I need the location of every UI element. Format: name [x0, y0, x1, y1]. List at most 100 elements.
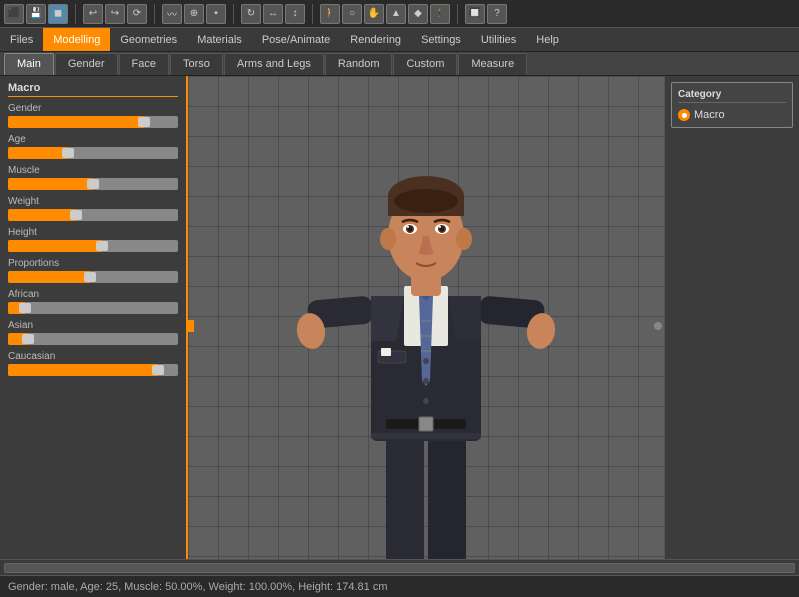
separator-3	[233, 4, 234, 24]
tab-arms-legs[interactable]: Arms and Legs	[224, 53, 324, 75]
body-btn[interactable]: ▲	[386, 4, 406, 24]
slider-age-track[interactable]	[8, 147, 178, 159]
tab-main[interactable]: Main	[4, 53, 54, 75]
slider-proportions-fill	[8, 271, 90, 283]
slider-asian[interactable]: Asian	[8, 320, 178, 345]
character-figure	[286, 101, 566, 575]
slider-caucasian-thumb[interactable]	[152, 365, 164, 375]
left-marker	[188, 320, 194, 332]
slider-muscle-fill	[8, 178, 93, 190]
slider-asian-track[interactable]	[8, 333, 178, 345]
tab-gender[interactable]: Gender	[55, 53, 118, 75]
slider-muscle-track[interactable]	[8, 178, 178, 190]
slider-gender-label: Gender	[8, 103, 178, 114]
tab-torso[interactable]: Torso	[170, 53, 223, 75]
redo-btn[interactable]: ↪	[105, 4, 125, 24]
slider-asian-label: Asian	[8, 320, 178, 331]
menu-bar: Files Modelling Geometries Materials Pos…	[0, 28, 799, 52]
slider-gender[interactable]: Gender	[8, 103, 178, 128]
slider-weight-track[interactable]	[8, 209, 178, 221]
tab-face[interactable]: Face	[119, 53, 169, 75]
slider-african-track[interactable]	[8, 302, 178, 314]
separator-2	[154, 4, 155, 24]
hand-btn[interactable]: ✋	[364, 4, 384, 24]
edit-controls[interactable]: ↩ ↪ ⟳	[83, 4, 147, 24]
slider-proportions-label: Proportions	[8, 258, 178, 269]
menu-files[interactable]: Files	[0, 28, 43, 51]
slider-muscle[interactable]: Muscle	[8, 165, 178, 190]
progress-area	[0, 559, 799, 575]
slider-muscle-label: Muscle	[8, 165, 178, 176]
category-macro-option[interactable]: Macro	[678, 109, 786, 121]
tab-measure[interactable]: Measure	[458, 53, 527, 75]
slider-height-track[interactable]	[8, 240, 178, 252]
transform-controls[interactable]: ↻ ↔ ↕	[241, 4, 305, 24]
separator-5	[457, 4, 458, 24]
slider-gender-thumb[interactable]	[138, 117, 150, 127]
left-panel: Macro Gender Age Muscle	[0, 76, 188, 575]
pose-btn[interactable]: 🕴	[430, 4, 450, 24]
tab-custom[interactable]: Custom	[393, 53, 457, 75]
slider-age-label: Age	[8, 134, 178, 145]
figure-controls[interactable]: 🚶 ○ ✋ ▲ ◆ 🕴	[320, 4, 450, 24]
slider-age-fill	[8, 147, 68, 159]
flip-h-btn[interactable]: ↔	[263, 4, 283, 24]
category-box: Category Macro	[671, 82, 793, 128]
grid-btn[interactable]: ▪	[206, 4, 226, 24]
figure-btn[interactable]: 🚶	[320, 4, 340, 24]
slider-height-thumb[interactable]	[96, 241, 108, 251]
window-icon[interactable]: ⬛	[4, 4, 24, 24]
tab-bar: Main Gender Face Torso Arms and Legs Ran…	[0, 52, 799, 76]
menu-pose-animate[interactable]: Pose/Animate	[252, 28, 340, 51]
viewport[interactable]	[188, 76, 664, 575]
slider-gender-track[interactable]	[8, 116, 178, 128]
slider-weight-fill	[8, 209, 76, 221]
slider-muscle-thumb[interactable]	[87, 179, 99, 189]
slider-weight-label: Weight	[8, 196, 178, 207]
slider-age-thumb[interactable]	[62, 148, 74, 158]
slider-proportions[interactable]: Proportions	[8, 258, 178, 283]
menu-geometries[interactable]: Geometries	[110, 28, 187, 51]
category-macro-label: Macro	[694, 109, 725, 121]
slider-caucasian[interactable]: Caucasian	[8, 351, 178, 376]
misc-controls[interactable]: 🔲 ?	[465, 4, 507, 24]
separator-4	[312, 4, 313, 24]
status-bar: Gender: male, Age: 25, Muscle: 50.00%, W…	[0, 575, 799, 597]
menu-utilities[interactable]: Utilities	[471, 28, 526, 51]
menu-modelling[interactable]: Modelling	[43, 28, 110, 51]
progress-bar	[4, 563, 795, 573]
scroll-indicator-right	[654, 322, 662, 330]
globe-btn[interactable]: ⊕	[184, 4, 204, 24]
view-controls[interactable]: 〰 ⊕ ▪	[162, 4, 226, 24]
slider-caucasian-track[interactable]	[8, 364, 178, 376]
slider-african-thumb[interactable]	[19, 303, 31, 313]
save-btn[interactable]: 💾	[26, 4, 46, 24]
radio-macro[interactable]	[678, 109, 690, 121]
camera-btn[interactable]: 🔲	[465, 4, 485, 24]
head-btn[interactable]: ○	[342, 4, 362, 24]
slider-weight-thumb[interactable]	[70, 210, 82, 220]
refresh-btn[interactable]: ⟳	[127, 4, 147, 24]
menu-rendering[interactable]: Rendering	[340, 28, 411, 51]
flip-v-btn[interactable]: ↕	[285, 4, 305, 24]
slider-age[interactable]: Age	[8, 134, 178, 159]
shape-btn[interactable]: ◆	[408, 4, 428, 24]
slider-weight[interactable]: Weight	[8, 196, 178, 221]
undo-btn[interactable]: ↩	[83, 4, 103, 24]
rotate-btn[interactable]: ↻	[241, 4, 261, 24]
menu-help[interactable]: Help	[526, 28, 569, 51]
help-btn[interactable]: ?	[487, 4, 507, 24]
menu-materials[interactable]: Materials	[187, 28, 252, 51]
wave-btn[interactable]: 〰	[162, 4, 182, 24]
slider-asian-thumb[interactable]	[22, 334, 34, 344]
icon-btn[interactable]: ◼	[48, 4, 68, 24]
slider-proportions-track[interactable]	[8, 271, 178, 283]
slider-african-label: African	[8, 289, 178, 300]
window-controls[interactable]: ⬛ 💾 ◼	[4, 4, 68, 24]
slider-proportions-thumb[interactable]	[84, 272, 96, 282]
menu-settings[interactable]: Settings	[411, 28, 471, 51]
slider-gender-fill	[8, 116, 144, 128]
tab-random[interactable]: Random	[325, 53, 393, 75]
slider-height[interactable]: Height	[8, 227, 178, 252]
slider-african[interactable]: African	[8, 289, 178, 314]
